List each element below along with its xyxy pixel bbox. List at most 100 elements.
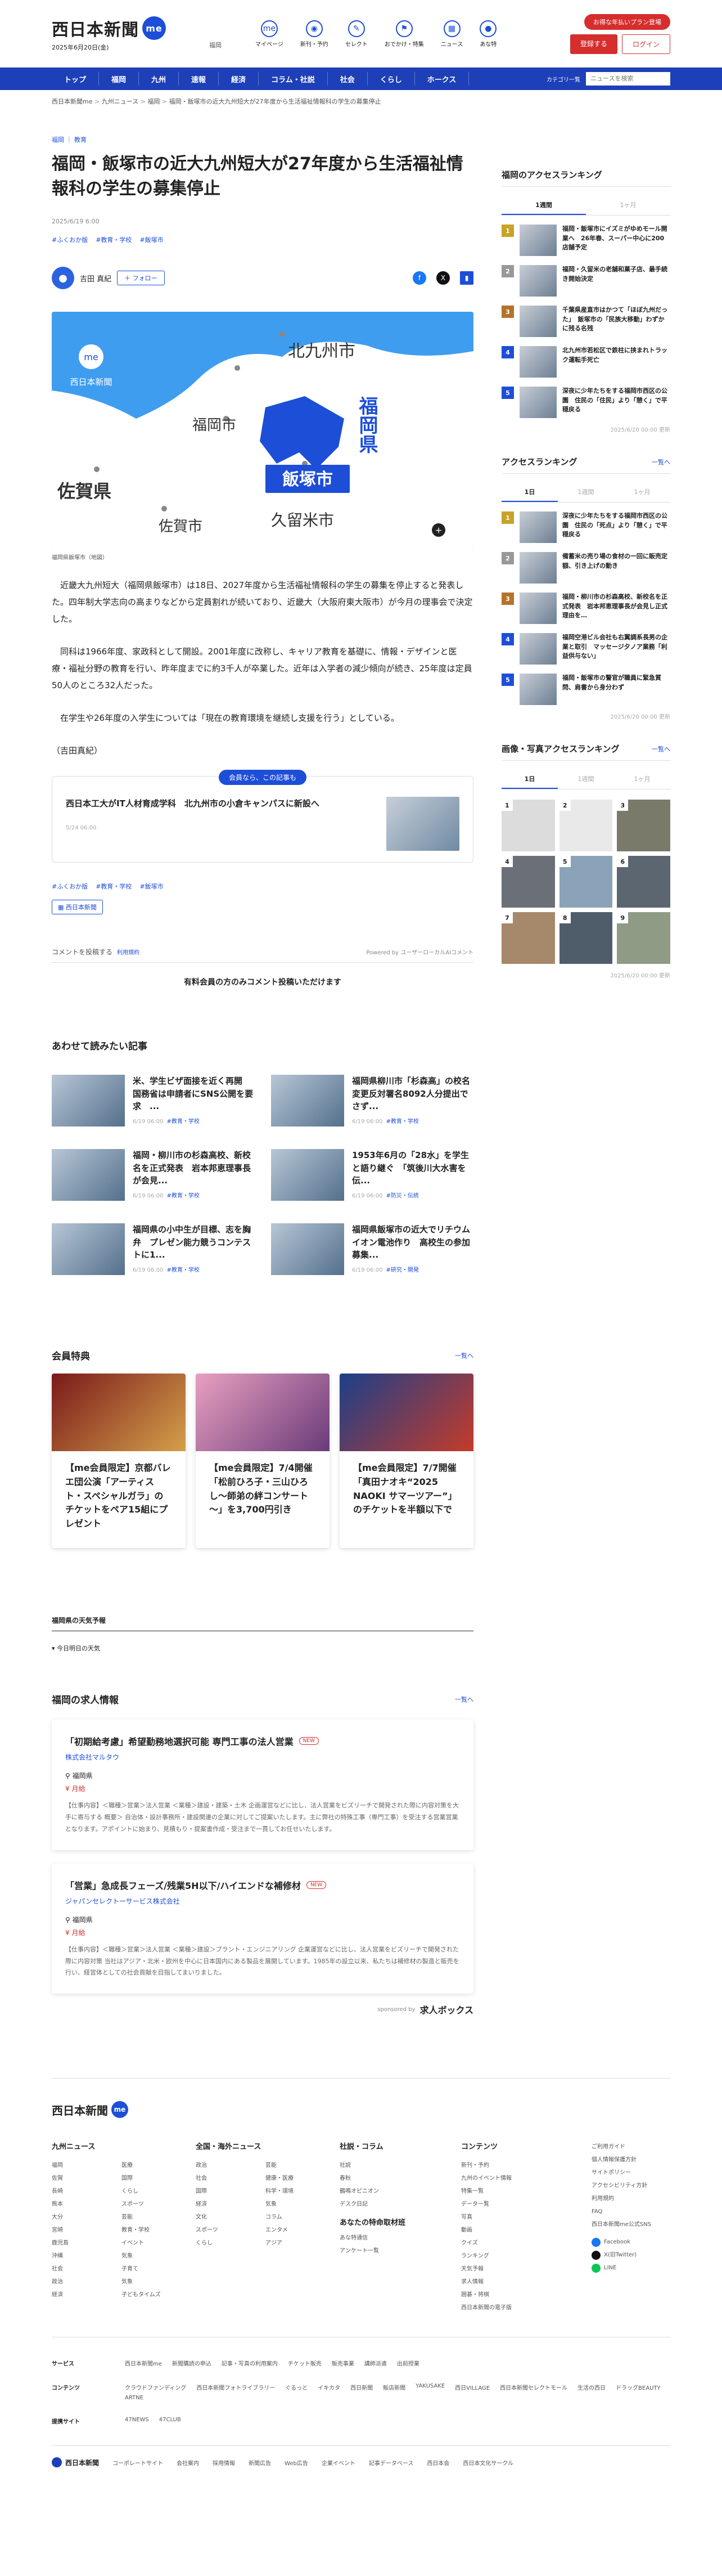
member-article-image[interactable]	[386, 797, 459, 851]
tag-link[interactable]: #ふくおか版	[52, 235, 88, 244]
footer-link[interactable]: 科学・環境	[265, 2185, 319, 2198]
tag-link[interactable]: #ふくおか版	[52, 882, 88, 891]
terms-link[interactable]: 利用規約	[117, 948, 139, 956]
footer-row-link[interactable]: 西日本新聞セレクトモール	[500, 2383, 567, 2391]
footer-link[interactable]: デスク日記	[340, 2198, 441, 2211]
footer-link[interactable]: 熊本	[52, 2198, 106, 2211]
sponsor-name[interactable]: 求人ボックス	[419, 2003, 473, 2016]
map-zoom-button[interactable]: ＋拡大	[431, 523, 462, 537]
ranking-item[interactable]: 5 深夜に少年たちをする福岡市西区の公園 住民の「住民」より「憩く」で平穏戻る	[502, 387, 670, 418]
footer-link[interactable]: 芸能	[265, 2159, 319, 2172]
facebook-link[interactable]: Facebook	[592, 2236, 670, 2249]
footer-row-link[interactable]: 生活の西日	[577, 2383, 606, 2391]
nav-column[interactable]: コラム・社説	[259, 72, 328, 86]
nav-kurashi[interactable]: くらし	[368, 72, 415, 86]
footer-link[interactable]: 特集一覧	[461, 2185, 562, 2198]
footer-link[interactable]: 西日本新聞の電子版	[461, 2301, 562, 2314]
footer-brand[interactable]: 西日本新聞	[52, 2457, 99, 2468]
author-name[interactable]: 吉田 真紀	[80, 273, 111, 284]
weather-tab[interactable]: ▾ 今日明日の天気	[52, 1644, 473, 1653]
footer-bottom-link[interactable]: コーポレートサイト	[112, 2458, 163, 2467]
subcategory-link[interactable]: 教育	[74, 136, 87, 143]
related-item-tag[interactable]: #教育・学校	[166, 1119, 199, 1125]
footer-link[interactable]: 政治	[52, 2276, 106, 2288]
nav-hawks[interactable]: ホークス	[415, 72, 470, 86]
footer-link[interactable]: 新刊・予約	[461, 2159, 562, 2172]
member-article-title[interactable]: 西日本工大がIT人材育成学科 北九州市の小倉キャンパスに新設へ	[66, 797, 375, 810]
register-button[interactable]: 登録する	[570, 34, 617, 54]
header-news[interactable]: ▦ ニュース	[441, 20, 463, 48]
footer-link[interactable]: 政治	[196, 2159, 250, 2172]
photo-item[interactable]: 1	[502, 800, 555, 851]
header-select[interactable]: ✎ セレクト	[345, 20, 368, 48]
tab-week[interactable]: 1週間	[558, 770, 614, 789]
footer-link[interactable]: あな特通信	[340, 2232, 441, 2245]
perk-card[interactable]: 【me会員限定】7/7開催「真田ナオキ“2025 NAOKI サマーツアー”」の…	[340, 1374, 473, 1548]
footer-link[interactable]: 写真	[461, 2211, 562, 2224]
footer-row-link[interactable]: 47CLUB	[159, 2417, 181, 2423]
footer-link[interactable]: 春秋	[340, 2172, 441, 2185]
tab-week[interactable]: 1週間	[502, 196, 586, 215]
footer-row-link[interactable]: クラウドファンディング	[125, 2383, 186, 2391]
related-item[interactable]: 福岡県柳川市「杉森高」の校名変更反対署名8092人分提出でさず... 6/19 0…	[271, 1075, 473, 1127]
footer-link[interactable]: 社説	[340, 2159, 441, 2172]
footer-link[interactable]: スポーツ	[196, 2224, 250, 2237]
x-link[interactable]: X(旧Twitter)	[592, 2249, 670, 2261]
breadcrumb-item[interactable]: 福岡	[141, 98, 160, 105]
footer-link[interactable]: コラム	[265, 2211, 319, 2224]
photo-item[interactable]: 3	[617, 800, 670, 851]
footer-link[interactable]: くらし	[121, 2185, 175, 2198]
footer-bottom-link[interactable]: 新聞広告	[249, 2458, 271, 2467]
footer-row-link[interactable]: 販売事業	[332, 2359, 354, 2367]
footer-bottom-link[interactable]: Web広告	[285, 2458, 308, 2467]
nav-fukuoka[interactable]: 福岡	[99, 72, 139, 86]
footer-link[interactable]: 九州のイベント情報	[461, 2172, 562, 2185]
footer-link[interactable]: 鹿児島	[52, 2237, 106, 2250]
footer-row-link[interactable]: 西日VILLAGE	[455, 2383, 490, 2391]
footer-row-link[interactable]: 西日新聞	[350, 2383, 373, 2391]
footer-bottom-link[interactable]: 記事データベース	[369, 2458, 414, 2467]
footer-link[interactable]: 沖縄	[52, 2250, 106, 2263]
footer-row-link[interactable]: ぐるっと	[285, 2383, 308, 2391]
ranking-item[interactable]: 2 備蓄米の売り場の食材の一回に販売定額、引き上げの動き	[502, 552, 670, 584]
footer-link[interactable]: 社会	[196, 2172, 250, 2185]
footer-link[interactable]: エンタメ	[265, 2224, 319, 2237]
nav-kyushu[interactable]: 九州	[139, 72, 179, 86]
footer-link[interactable]: 佐賀	[52, 2172, 106, 2185]
ranking-item[interactable]: 1 深夜に少年たちをする福岡市西区の公園 住民の「死点」より「憩く」で平穏戻る	[502, 511, 670, 543]
footer-link[interactable]: FAQ	[592, 2205, 670, 2218]
promo-button[interactable]: お得な年払いプラン登場	[584, 14, 670, 30]
footer-link[interactable]: 動画	[461, 2224, 562, 2237]
footer-link[interactable]: 文化	[196, 2211, 250, 2224]
footer-bottom-link[interactable]: 西日本会	[427, 2458, 449, 2467]
header-mypage[interactable]: me マイページ	[255, 20, 283, 48]
nav-top[interactable]: トップ	[52, 72, 100, 86]
footer-logo[interactable]: 西日本新聞 me	[52, 2101, 670, 2119]
jobs-more-link[interactable]: 一覧へ	[455, 1695, 473, 1704]
tab-day[interactable]: 1日	[502, 770, 558, 789]
post-comment-label[interactable]: コメントを投稿する	[52, 947, 112, 957]
footer-link[interactable]: 囲碁・将棋	[461, 2288, 562, 2301]
footer-row-link[interactable]: 新聞購読の申込	[172, 2359, 211, 2367]
footer-link[interactable]: 西日本新聞me公式SNS	[592, 2218, 670, 2231]
nav-keizai[interactable]: 経済	[219, 72, 259, 86]
photo-item[interactable]: 5	[559, 856, 613, 908]
footer-row-link[interactable]: 講師派遣	[364, 2359, 387, 2367]
footer-link[interactable]: クイズ	[461, 2237, 562, 2250]
footer-link[interactable]: 利用規約	[592, 2192, 670, 2205]
footer-link[interactable]: 社会	[52, 2263, 106, 2276]
footer-link[interactable]: 経済	[196, 2198, 250, 2211]
job-company[interactable]: ジャパンセレクトーサービス株式会社	[65, 1896, 460, 1906]
footer-link[interactable]: くらし	[196, 2237, 250, 2250]
related-item-tag[interactable]: #教育・学校	[386, 1119, 418, 1125]
tag-link[interactable]: #飯塚市	[139, 235, 163, 244]
footer-row-link[interactable]: ARTNE	[125, 2395, 143, 2401]
footer-row-link[interactable]: チケット販売	[288, 2359, 322, 2367]
related-item-tag[interactable]: #教育・学校	[166, 1193, 199, 1199]
footer-row-link[interactable]: 記事・写真の利用案内	[222, 2359, 278, 2367]
footer-link[interactable]: 天気予報	[461, 2263, 562, 2276]
breadcrumb-item[interactable]: 西日本新聞me	[52, 98, 92, 105]
footer-link[interactable]: 気象	[121, 2250, 175, 2263]
tab-month[interactable]: 1ヶ月	[614, 770, 670, 789]
header-anatoku[interactable]: ● あな特	[480, 20, 497, 48]
